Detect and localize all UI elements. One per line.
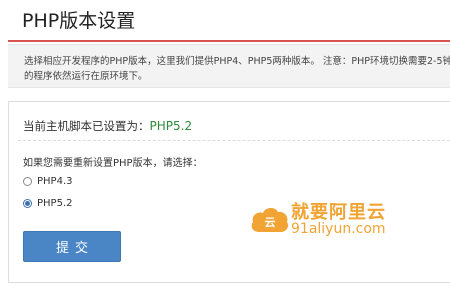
notice-text: 选择相应开发程序的PHP版本，这里我们提供PHP4、PHP5两种版本。 注意：P… [24,54,450,84]
watermark-domain: 91aliyun.com [291,221,386,237]
dashed-divider [18,140,450,141]
title-divider [8,40,450,42]
radio-button-php52[interactable] [23,199,32,208]
radio-option-php43[interactable]: PHP4.3 [23,176,72,187]
radio-option-php52[interactable]: PHP5.2 [23,198,72,209]
svg-text:云: 云 [265,216,276,229]
notice-line-1: 选择相应开发程序的PHP版本，这里我们提供PHP4、PHP5两种版本。 注意：P… [24,56,450,67]
current-version-label: 当前主机脚本已设置为： [23,119,150,133]
radio-button-php43[interactable] [23,177,32,186]
watermark: 云 就要阿里云 91aliyun.com [250,196,400,244]
cloud-logo-icon: 云 [251,207,289,232]
submit-button[interactable]: 提交 [23,231,121,262]
current-version-value: PHP5.2 [149,119,193,133]
current-version: 当前主机脚本已设置为：PHP5.2 [23,118,192,134]
notice-box: 选择相应开发程序的PHP版本，这里我们提供PHP4、PHP5两种版本。 注意：P… [8,44,450,88]
notice-line-2: 的程序依然运行在原环境下。 [24,71,148,82]
version-prompt: 如果您需要重新设置PHP版本，请选择： [23,158,203,169]
page-title: PHP版本设置 [22,10,136,32]
radio-label-php43: PHP4.3 [37,176,73,187]
radio-label-php52: PHP5.2 [37,198,73,209]
radio-selected-dot [25,201,30,206]
